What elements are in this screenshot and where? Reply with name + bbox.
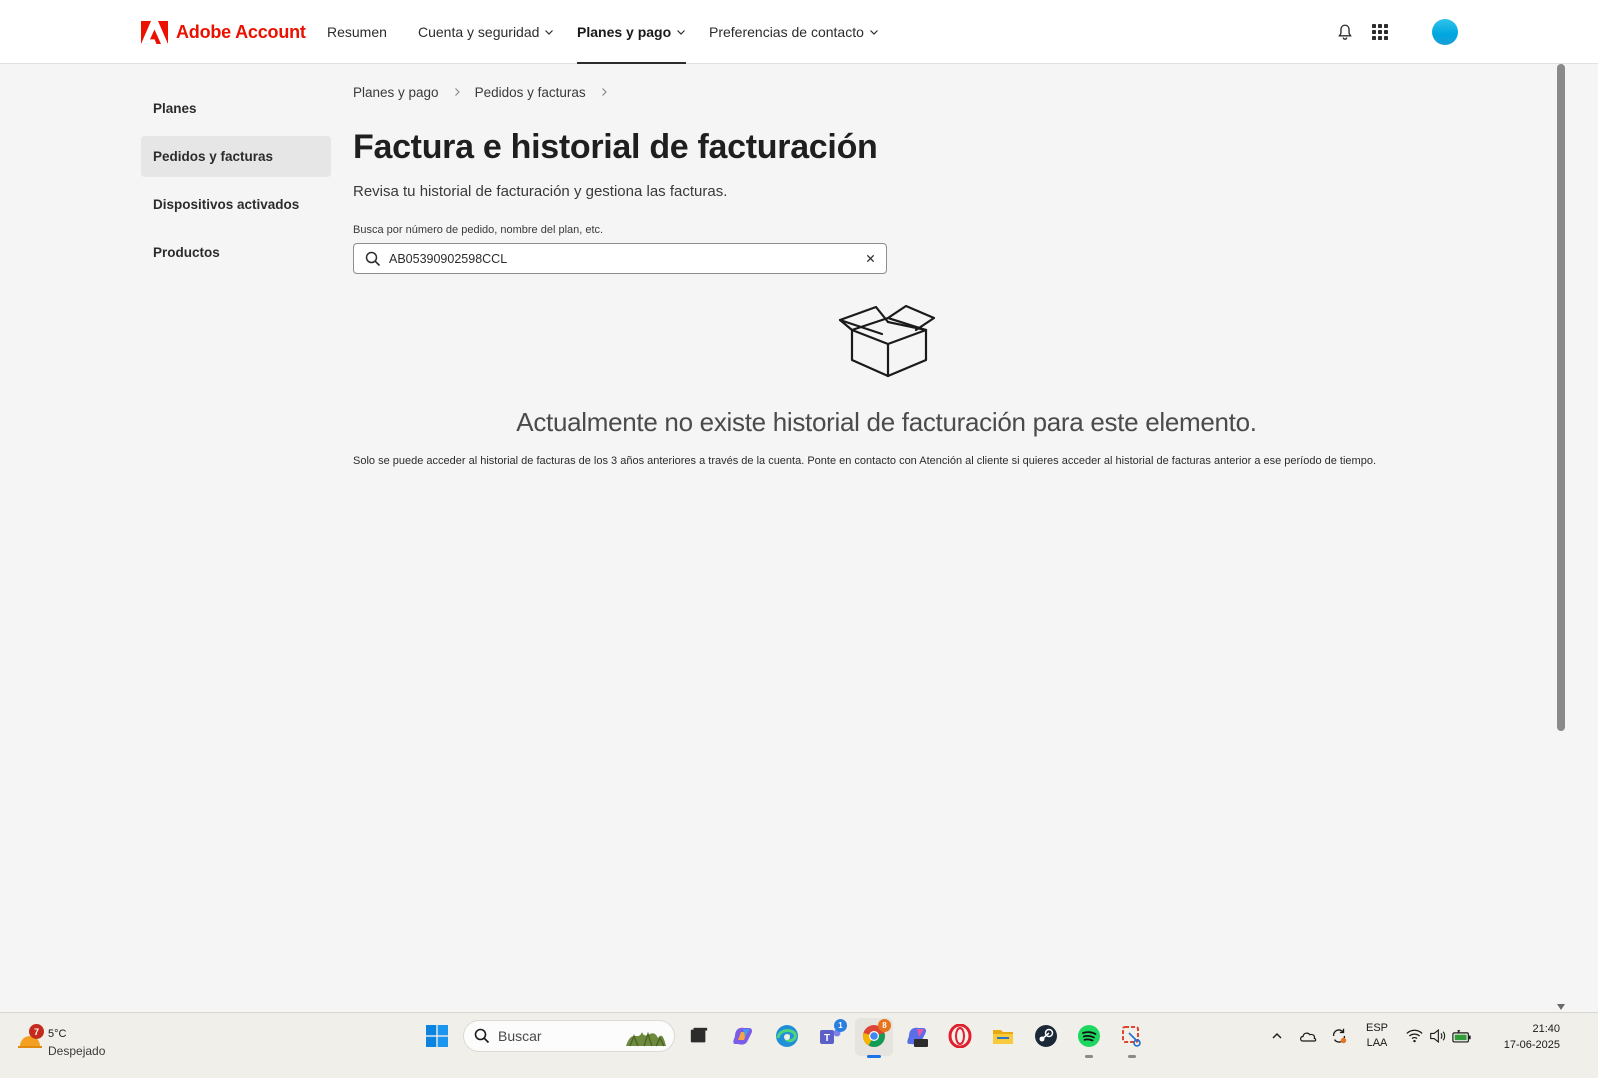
chrome-badge: 8	[878, 1019, 891, 1032]
breadcrumb-planes-pago[interactable]: Planes y pago	[353, 85, 439, 100]
task-view-icon[interactable]	[686, 1023, 712, 1049]
weather-description: Despejado	[48, 1044, 106, 1058]
sidebar-item-dispositivos[interactable]: Dispositivos activados	[141, 184, 331, 225]
show-hidden-icons-chevron-icon[interactable]	[1264, 1023, 1290, 1049]
sidebar-item-pedidos-facturas[interactable]: Pedidos y facturas	[141, 136, 331, 177]
input-language[interactable]: ESP LAA	[1362, 1021, 1392, 1051]
search-box	[353, 243, 887, 274]
search-highlight-icon	[626, 1031, 666, 1047]
teams-badge: 1	[834, 1019, 847, 1032]
chevron-down-icon	[545, 29, 554, 35]
breadcrumb: Planes y pago Pedidos y facturas	[353, 82, 622, 102]
search-icon	[365, 251, 381, 266]
search-icon	[474, 1028, 490, 1044]
chevron-right-icon	[601, 88, 607, 96]
sidebar-item-label: Productos	[153, 245, 220, 260]
brand-name: Adobe Account	[176, 21, 306, 42]
taskbar: 7 5°C Despejado Buscar T 1 8 ESP LAA 21:…	[0, 1012, 1598, 1078]
empty-box-illustration	[838, 304, 936, 378]
language-code: ESP	[1365, 1022, 1388, 1034]
active-app-indicator	[867, 1055, 881, 1058]
volume-icon[interactable]	[1424, 1023, 1450, 1049]
bell-icon[interactable]	[1333, 20, 1357, 44]
system-clock[interactable]: 21:40 17-06-2025	[1484, 1021, 1560, 1053]
weather-temperature: 5°C	[48, 1028, 67, 1040]
nav-label: Preferencias de contacto	[709, 23, 864, 40]
chevron-down-icon	[677, 29, 686, 35]
scrollbar-thumb[interactable]	[1557, 64, 1565, 731]
clock-time: 21:40	[1532, 1023, 1560, 1035]
avatar[interactable]	[1432, 19, 1458, 45]
scrollbar[interactable]	[1554, 64, 1568, 1012]
taskbar-search-placeholder: Buscar	[498, 1028, 542, 1044]
scroll-down-arrow-icon[interactable]	[1556, 1003, 1566, 1011]
clear-search-button[interactable]	[863, 251, 878, 266]
search-input[interactable]	[389, 251, 849, 266]
chevron-right-icon	[454, 88, 460, 96]
nav-planes-pago[interactable]: Planes y pago	[577, 0, 687, 64]
adobe-account-logo[interactable]: Adobe Account	[141, 18, 306, 46]
clock-date: 17-06-2025	[1503, 1039, 1560, 1051]
nav-cuenta-seguridad[interactable]: Cuenta y seguridad	[418, 0, 554, 63]
chevron-down-icon	[869, 29, 878, 35]
sidebar-item-label: Planes	[153, 101, 197, 116]
keyboard-layout: LAA	[1366, 1037, 1388, 1049]
nav-preferencias-contacto[interactable]: Preferencias de contacto	[709, 0, 879, 63]
page-subtitle: Revisa tu historial de facturación y ges…	[353, 183, 728, 200]
nav-label: Resumen	[327, 23, 387, 40]
chrome-icon[interactable]: 8	[861, 1019, 891, 1058]
sync-icon[interactable]	[1326, 1023, 1352, 1049]
battery-icon[interactable]	[1449, 1023, 1475, 1049]
apps-grid-icon[interactable]	[1368, 20, 1392, 44]
top-navigation: Adobe Account Resumen Cuenta y seguridad…	[0, 0, 1598, 64]
onedrive-icon[interactable]	[1295, 1023, 1321, 1049]
edge-icon[interactable]	[774, 1023, 800, 1049]
empty-state-note: Solo se puede acceder al historial de fa…	[353, 455, 1377, 467]
close-icon	[866, 254, 875, 263]
running-app-indicator	[1085, 1055, 1093, 1058]
breadcrumb-pedidos-facturas[interactable]: Pedidos y facturas	[475, 85, 586, 100]
taskbar-search[interactable]: Buscar	[463, 1020, 675, 1052]
nav-resumen[interactable]: Resumen	[327, 0, 387, 63]
running-app-indicator	[1128, 1055, 1136, 1058]
weather-widget[interactable]: 7 5°C Despejado	[18, 1020, 128, 1060]
sidebar: Planes Pedidos y facturas Dispositivos a…	[141, 88, 331, 280]
copilot-icon[interactable]	[730, 1023, 756, 1049]
svg-text:T: T	[824, 1033, 830, 1044]
start-icon[interactable]	[424, 1023, 450, 1049]
sidebar-item-label: Pedidos y facturas	[153, 149, 274, 164]
sidebar-item-label: Dispositivos activados	[153, 197, 300, 212]
teams-icon[interactable]: T 1	[817, 1019, 847, 1049]
sidebar-item-planes[interactable]: Planes	[141, 88, 331, 129]
spotify-icon[interactable]	[1076, 1023, 1102, 1058]
page-title: Factura e historial de facturación	[353, 128, 878, 166]
opera-icon[interactable]	[947, 1023, 973, 1049]
m365-icon[interactable]	[904, 1023, 930, 1049]
search-label: Busca por número de pedido, nombre del p…	[353, 224, 604, 236]
sidebar-item-productos[interactable]: Productos	[141, 232, 331, 273]
snipping-tool-icon[interactable]	[1119, 1023, 1145, 1058]
steam-icon[interactable]	[1033, 1023, 1059, 1049]
adobe-logo-icon	[141, 20, 168, 44]
file-explorer-icon[interactable]	[990, 1023, 1016, 1049]
nav-label: Cuenta y seguridad	[418, 23, 540, 40]
nav-label: Planes y pago	[577, 23, 672, 40]
empty-state-title: Actualmente no existe historial de factu…	[516, 407, 1257, 437]
weather-badge: 7	[29, 1024, 44, 1039]
